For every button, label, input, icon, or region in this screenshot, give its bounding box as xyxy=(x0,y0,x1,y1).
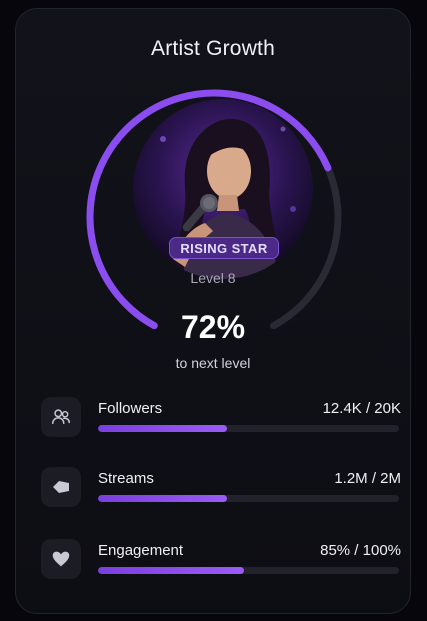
stat-value: 12.4K / 20K xyxy=(322,400,401,417)
stat-engagement: Engagement 85% / 100% xyxy=(41,539,401,589)
heart-icon xyxy=(41,539,81,579)
level-label: Level 8 xyxy=(190,270,236,286)
stat-label: Followers xyxy=(98,400,163,417)
stat-progress-fill xyxy=(98,567,244,574)
card-title: Artist Growth xyxy=(151,37,275,60)
rising-star-badge: RISING STAR xyxy=(169,237,279,259)
artist-growth-card: Artist Growth RISING STAR Level 8 72% to… xyxy=(15,8,411,614)
stat-progress-track xyxy=(98,567,399,574)
stat-label: Engagement xyxy=(98,542,184,559)
stat-streams: Streams 1.2M / 2M xyxy=(41,467,401,517)
progress-percent: 72% xyxy=(180,309,246,345)
stat-progress-fill xyxy=(98,425,228,432)
stat-value: 85% / 100% xyxy=(320,542,401,559)
stat-progress-fill xyxy=(98,495,228,502)
stat-value: 1.2M / 2M xyxy=(334,470,401,487)
stat-progress-track xyxy=(98,425,399,432)
users-icon xyxy=(41,397,81,437)
stat-progress-track xyxy=(98,495,399,502)
stat-followers: Followers 12.4K / 20K xyxy=(41,397,401,447)
play-icon xyxy=(41,467,81,507)
next-level-label: to next level xyxy=(175,355,251,371)
stat-label: Streams xyxy=(98,470,154,487)
